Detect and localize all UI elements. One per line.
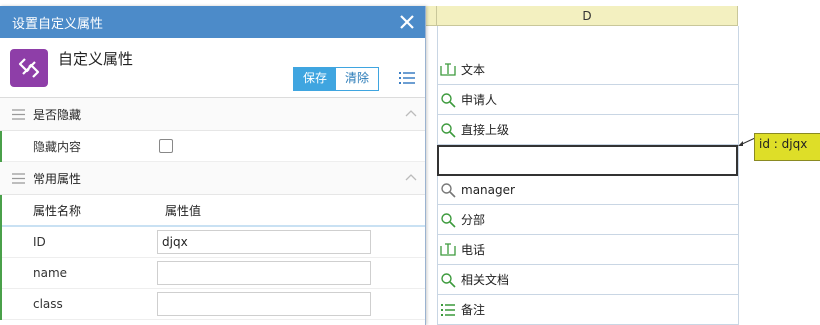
panel-title: 自定义属性 [58, 50, 134, 68]
class-input[interactable] [157, 292, 371, 316]
name-input[interactable] [157, 261, 371, 285]
dialog-titlebar[interactable]: 设置自定义属性 [0, 6, 425, 38]
drag-handle-icon [12, 173, 25, 184]
cell-direct-superior[interactable]: 直接上级 [437, 115, 738, 145]
clear-button[interactable]: 清除 [336, 68, 379, 90]
property-label: ID [33, 235, 46, 249]
row-marker [0, 227, 2, 258]
save-button[interactable]: 保存 [294, 68, 337, 90]
cell-applicant[interactable]: 申请人 [437, 85, 738, 115]
cell-label: 备注 [461, 303, 486, 317]
row-marker [0, 195, 2, 227]
row-marker [0, 131, 2, 162]
row-marker [0, 289, 2, 320]
property-row-name: name [0, 258, 425, 289]
cell-related-docs[interactable]: 相关文档 [437, 265, 738, 295]
dialog-header: 自定义属性 保存 清除 [0, 38, 425, 98]
column-header-c[interactable] [425, 6, 437, 26]
action-button-group: 保存 清除 [293, 67, 380, 91]
cell-label: manager [461, 182, 515, 197]
gridline [738, 26, 739, 325]
cell-branch[interactable]: 分部 [437, 205, 738, 235]
search-icon [439, 91, 457, 109]
cell-label: 分部 [461, 213, 486, 227]
property-label: class [33, 297, 63, 311]
cell-label: 直接上级 [461, 123, 510, 137]
text-field-icon [439, 61, 457, 79]
cell-label: 文本 [461, 63, 486, 77]
hidden-content-row: 隐藏内容 [0, 131, 425, 162]
custom-property-logo-icon [10, 49, 48, 87]
section-hidden[interactable]: 是否隐藏 [0, 98, 425, 131]
section-title: 常用属性 [33, 171, 82, 186]
search-icon [439, 181, 457, 199]
search-icon [439, 271, 457, 289]
cell-label: 电话 [461, 243, 486, 257]
hidden-content-label: 隐藏内容 [33, 139, 82, 154]
selected-cell[interactable] [437, 145, 738, 176]
drag-handle-icon [12, 109, 25, 120]
chevron-up-icon[interactable] [405, 173, 417, 181]
search-icon [439, 121, 457, 139]
section-title: 是否隐藏 [33, 107, 82, 122]
col-value-header: 属性值 [165, 203, 202, 218]
property-table-header: 属性名称 属性值 [0, 195, 425, 227]
col-name-header: 属性名称 [33, 203, 82, 218]
row-marker [0, 258, 2, 289]
cell-remarks[interactable]: 备注 [437, 295, 738, 325]
text-field-icon [439, 241, 457, 259]
cell-manager[interactable]: manager [437, 175, 738, 205]
id-input[interactable] [157, 230, 371, 254]
cell-text[interactable]: 文本 [437, 55, 738, 85]
chevron-up-icon[interactable] [405, 109, 417, 117]
cell-phone[interactable]: 电话 [437, 235, 738, 265]
custom-property-dialog: 设置自定义属性 自定义属性 保存 清除 是否隐藏 隐藏内容 常用属性 属性名称 … [0, 6, 426, 325]
property-row-class: class [0, 289, 425, 320]
hidden-content-checkbox[interactable] [159, 139, 173, 153]
search-icon [439, 211, 457, 229]
column-header-e[interactable] [738, 6, 820, 26]
dialog-title: 设置自定义属性 [12, 16, 104, 32]
cell-label: 相关文档 [461, 273, 510, 287]
section-common[interactable]: 常用属性 [0, 162, 425, 195]
cell-label: 申请人 [461, 93, 498, 107]
cell-comment[interactable]: id : djqx [754, 133, 820, 161]
property-row-id: ID [0, 227, 425, 258]
close-icon[interactable] [399, 14, 415, 30]
menu-list-icon[interactable] [398, 69, 416, 87]
column-header-d[interactable]: D [437, 6, 738, 26]
list-icon [439, 301, 457, 319]
property-label: name [33, 266, 68, 280]
